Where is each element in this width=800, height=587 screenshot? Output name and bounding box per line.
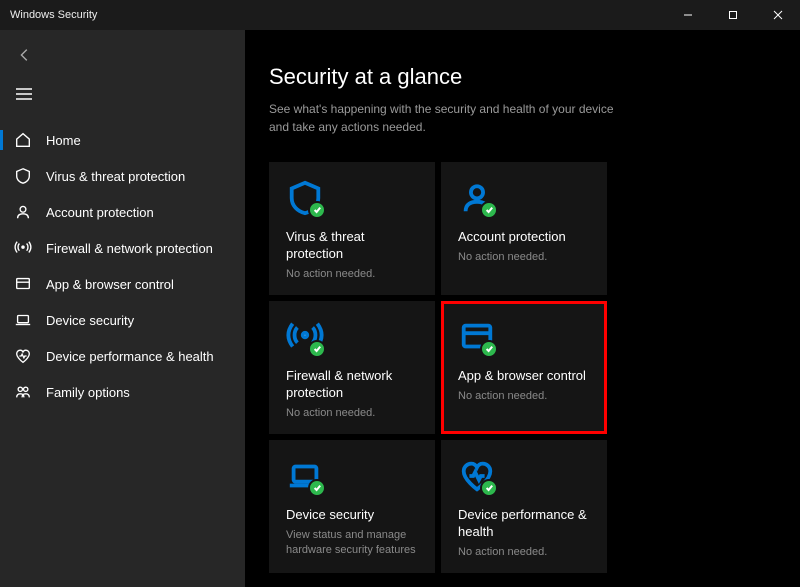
status-ok-badge [308, 340, 326, 358]
back-button[interactable] [0, 38, 245, 77]
sidebar-item-home[interactable]: Home [0, 122, 245, 158]
sidebar-item-device[interactable]: Device security [0, 302, 245, 338]
sidebar-item-label: Device performance & health [46, 349, 214, 364]
tiles-grid: Virus & threat protection No action neede… [269, 162, 800, 573]
sidebar-item-label: Device security [46, 313, 134, 328]
person-icon [14, 203, 32, 221]
tile-status: No action needed. [286, 406, 418, 421]
hamburger-button[interactable] [0, 77, 245, 122]
sidebar-item-label: Account protection [46, 205, 154, 220]
tile-title: App & browser control [458, 368, 590, 385]
window-maximize-button[interactable] [710, 0, 755, 30]
sidebar-item-virus[interactable]: Virus & threat protection [0, 158, 245, 194]
status-ok-badge [480, 479, 498, 497]
sidebar: Home Virus & threat protection Account pro… [0, 30, 245, 587]
heart-icon [14, 347, 32, 365]
status-ok-badge [308, 201, 326, 219]
tile-status: No action needed. [458, 250, 590, 265]
tile-icon-wrap [286, 457, 418, 499]
tile-title: Device security [286, 507, 418, 524]
status-ok-badge [308, 479, 326, 497]
tile-icon-wrap [286, 318, 418, 360]
sidebar-item-label: Family options [46, 385, 130, 400]
tile-status: No action needed. [458, 545, 590, 560]
tile-title: Device performance & health [458, 507, 590, 541]
main-content: Security at a glance See what's happenin… [245, 30, 800, 587]
family-icon [14, 383, 32, 401]
window-icon [14, 275, 32, 293]
window-titlebar: Windows Security [0, 0, 800, 30]
sidebar-item-label: Home [46, 133, 81, 148]
tile-status: No action needed. [286, 267, 418, 282]
page-subtitle: See what's happening with the security a… [269, 100, 629, 136]
status-ok-badge [480, 201, 498, 219]
home-icon [14, 131, 32, 149]
sidebar-item-label: Firewall & network protection [46, 241, 213, 256]
tile-icon-wrap [458, 179, 590, 221]
tile-app[interactable]: App & browser control No action needed. [441, 301, 607, 434]
tile-title: Firewall & network protection [286, 368, 418, 402]
window-title: Windows Security [10, 9, 97, 21]
tile-perf[interactable]: Device performance & health No action nee… [441, 440, 607, 573]
laptop-icon [14, 311, 32, 329]
tile-icon-wrap [458, 318, 590, 360]
tile-icon-wrap [458, 457, 590, 499]
sidebar-item-firewall[interactable]: Firewall & network protection [0, 230, 245, 266]
window-close-button[interactable] [755, 0, 800, 30]
tile-icon-wrap [286, 179, 418, 221]
tile-account[interactable]: Account protection No action needed. [441, 162, 607, 295]
tile-device[interactable]: Device security View status and manage ha… [269, 440, 435, 573]
nav-list: Home Virus & threat protection Account pro… [0, 122, 245, 410]
tile-virus[interactable]: Virus & threat protection No action neede… [269, 162, 435, 295]
tile-title: Virus & threat protection [286, 229, 418, 263]
sidebar-item-account[interactable]: Account protection [0, 194, 245, 230]
tile-firewall[interactable]: Firewall & network protection No action n… [269, 301, 435, 434]
sidebar-item-label: App & browser control [46, 277, 174, 292]
page-title: Security at a glance [269, 64, 800, 90]
tile-status: No action needed. [458, 389, 590, 404]
shield-icon [14, 167, 32, 185]
status-ok-badge [480, 340, 498, 358]
sidebar-item-family[interactable]: Family options [0, 374, 245, 410]
tile-title: Account protection [458, 229, 590, 246]
sidebar-item-app[interactable]: App & browser control [0, 266, 245, 302]
sidebar-item-label: Virus & threat protection [46, 169, 185, 184]
antenna-icon [14, 239, 32, 257]
tile-status: View status and manage hardware security… [286, 528, 418, 558]
window-minimize-button[interactable] [665, 0, 710, 30]
sidebar-item-perf[interactable]: Device performance & health [0, 338, 245, 374]
